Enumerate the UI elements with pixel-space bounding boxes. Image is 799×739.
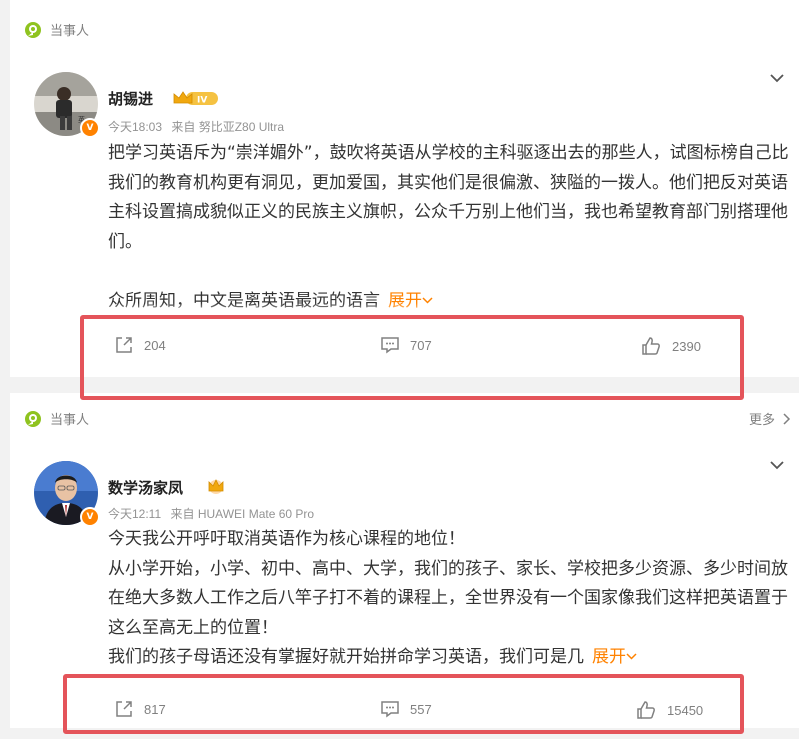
post-paragraph-truncated: 我们的孩子母语还没有掌握好就开始拼命学习英语，我们可是几 展开 [108,643,790,673]
chevron-down-icon[interactable] [769,457,785,473]
post-time[interactable]: 今天12:11 [108,507,161,521]
topic-label: 当事人 [50,413,90,428]
verified-badge-icon: V [80,507,100,527]
post-paragraph: 从小学开始，小学、初中、高中、大学，我们的孩子、家长、学校把多少资源、多少时间放… [108,558,788,638]
post-body: 把学习英语斥为“崇洋媚外”，鼓吹将英语从学校的主科驱逐出去的那些人，试图标榜自己… [108,139,790,316]
crown-icon: IV [173,91,218,106]
topic-icon [25,21,41,38]
post-body: 今天我公开呼吁取消英语作为核心课程的地位！ 从小学开始，小学、初中、高中、大学，… [108,525,790,673]
expand-link[interactable]: 展开 [592,647,637,667]
more-label: 更多 [748,413,775,428]
highlight-box [63,674,744,734]
chevron-down-icon[interactable] [769,70,785,86]
chevron-down-icon [626,653,637,660]
post-meta: 今天18:03 来自 努比亚Z80 Ultra [108,118,290,135]
username[interactable]: 胡锡进 [108,88,153,109]
highlight-box [80,315,744,400]
chevron-right-icon [783,412,791,425]
more-link[interactable]: 更多 [749,409,791,428]
verified-badge-icon: V [80,118,100,138]
level-badge[interactable]: IV [172,89,220,107]
post-paragraph: 把学习英语斥为“崇洋媚外”，鼓吹将英语从学校的主科驱逐出去的那些人，试图标榜自己… [108,143,789,252]
post-meta: 今天12:11 来自 HUAWEI Mate 60 Pro [108,505,320,522]
post-source: 来自 努比亚Z80 Ultra [171,120,285,134]
topic-icon [25,410,41,427]
username[interactable]: 数学汤家凤 [108,477,183,498]
topic-label: 当事人 [50,24,90,39]
post-source: 来自 HUAWEI Mate 60 Pro [170,507,315,521]
topic-tag[interactable]: 当事人 [24,409,89,428]
post-paragraph: 今天我公开呼吁取消英语作为核心课程的地位！ [108,529,465,549]
post-paragraph-text: 我们的孩子母语还没有掌握好就开始拼命学习英语，我们可是几 [108,647,584,667]
level-label: IV [197,96,207,106]
text-fade [10,303,799,315]
member-badge[interactable] [205,477,227,495]
topic-tag[interactable]: 当事人 [24,20,89,39]
post-time[interactable]: 今天18:03 [108,120,162,134]
avatar[interactable]: 英 V [34,72,100,138]
expand-label: 展开 [592,647,626,667]
crown-icon [208,479,224,494]
avatar[interactable]: V [34,461,100,527]
